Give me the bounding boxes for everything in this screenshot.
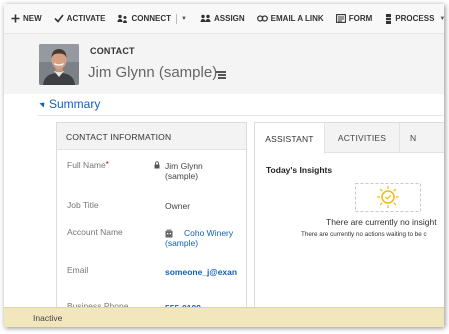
activate-label: ACTIVATE xyxy=(66,14,106,23)
email-value[interactable]: someone_j@exan xyxy=(165,267,237,277)
full-name-label-text: Full Name xyxy=(67,160,106,170)
link-icon xyxy=(256,14,268,24)
crm-window: NEW ACTIVATE CONNECT ▼ ASSIGN EMAIL A LI… xyxy=(4,4,444,327)
contact-information-card: CONTACT INFORMATION Full Name* Jim Glynn… xyxy=(56,122,247,318)
form-selector-icon[interactable] xyxy=(216,71,226,79)
full-name-value[interactable]: Jim Glynn (sample) xyxy=(165,161,203,181)
tab-assistant[interactable]: ASSISTANT xyxy=(255,123,325,154)
insights-title: Today's Insights xyxy=(266,165,333,175)
connect-label: CONNECT xyxy=(131,14,172,23)
empty-insights-message: There are currently no insight xyxy=(326,217,437,227)
record-name: Jim Glynn (sample) xyxy=(88,64,218,81)
record-header: CONTACT Jim Glynn (sample) xyxy=(4,34,444,94)
form-label: FORM xyxy=(348,14,373,23)
job-title-label: Job Title xyxy=(67,200,99,210)
new-button[interactable]: NEW xyxy=(10,14,42,24)
full-name-line1: Jim Glynn xyxy=(165,161,203,171)
account-name-label: Account Name xyxy=(67,227,123,237)
process-label: PROCESS xyxy=(395,14,435,23)
assistant-panel: ASSISTANT ACTIVITIES N Today's Insights xyxy=(254,122,444,318)
summary-section-toggle[interactable]: Summary xyxy=(39,97,101,111)
plus-icon xyxy=(10,14,20,24)
entity-type-label: CONTACT xyxy=(90,46,135,56)
account-line1: Coho Winery xyxy=(184,228,234,238)
account-building-icon xyxy=(165,229,173,238)
new-label: NEW xyxy=(23,14,42,23)
activate-button[interactable]: ACTIVATE xyxy=(54,14,106,24)
lock-icon xyxy=(154,161,160,169)
connect-people-icon xyxy=(117,14,128,24)
account-line2: (sample) xyxy=(165,238,199,248)
full-name-line2: (sample) xyxy=(165,171,199,181)
process-button[interactable]: PROCESS ▼ xyxy=(384,13,444,24)
status-text: Inactive xyxy=(33,313,63,323)
tab-row: ASSISTANT ACTIVITIES N xyxy=(255,123,444,154)
assign-icon xyxy=(200,14,211,24)
status-bar: Inactive xyxy=(4,307,444,327)
job-title-value[interactable]: Owner xyxy=(165,201,190,211)
connect-button[interactable]: CONNECT ▼ xyxy=(117,13,187,24)
process-chevron-down-icon[interactable]: ▼ xyxy=(439,16,444,22)
empty-actions-message: There are currently no actions waiting t… xyxy=(301,231,427,238)
chevron-down-icon[interactable]: ▼ xyxy=(181,16,187,22)
email-label: Email xyxy=(67,265,89,275)
command-bar: NEW ACTIVATE CONNECT ▼ ASSIGN EMAIL A LI… xyxy=(4,4,444,34)
form-icon xyxy=(335,14,346,24)
contact-information-heading: CONTACT INFORMATION xyxy=(57,123,246,150)
required-marker: * xyxy=(105,160,109,169)
tab-activities[interactable]: ACTIVITIES xyxy=(325,123,400,153)
assign-button[interactable]: ASSIGN xyxy=(200,14,245,24)
insight-lightbulb-icon xyxy=(355,183,421,212)
email-link-button[interactable]: EMAIL A LINK xyxy=(256,14,324,24)
assign-label: ASSIGN xyxy=(214,14,245,23)
form-button[interactable]: FORM xyxy=(335,14,373,24)
process-icon xyxy=(384,13,392,24)
avatar xyxy=(39,44,79,85)
tab-notes[interactable]: N xyxy=(400,123,440,153)
checkmark-icon xyxy=(54,14,64,24)
split-divider xyxy=(176,13,178,24)
email-link-label: EMAIL A LINK xyxy=(270,14,324,23)
account-name-link[interactable]: Coho Winery (sample) xyxy=(165,228,234,248)
summary-title: Summary xyxy=(49,97,101,111)
full-name-label: Full Name* xyxy=(67,160,109,170)
collapse-triangle-icon xyxy=(39,100,47,108)
summary-divider xyxy=(38,115,444,116)
